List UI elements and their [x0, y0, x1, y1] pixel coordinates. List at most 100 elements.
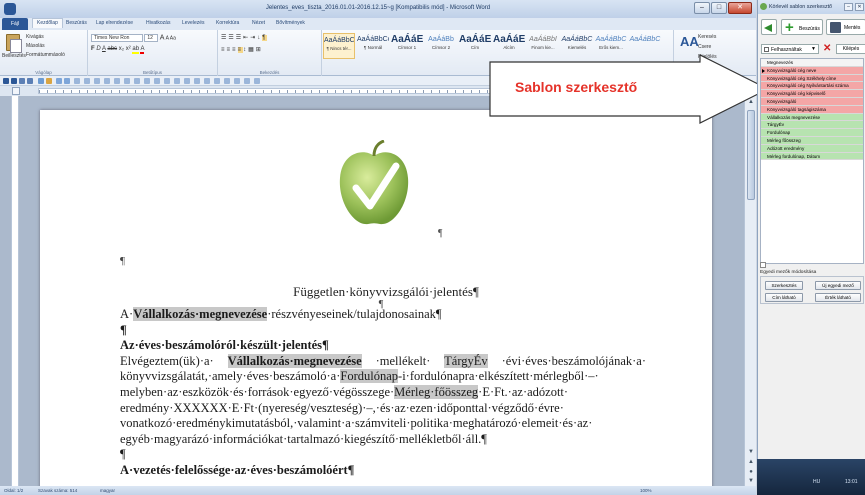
tool-icon[interactable] [84, 78, 90, 84]
field-list-item[interactable]: Könyvvizsgáló cég neve [761, 66, 863, 75]
subscript-icon[interactable]: x₂ [119, 46, 124, 52]
tool-icon[interactable] [104, 78, 110, 84]
document-body[interactable]: A·Vállalkozás·megnevezése·részvényeseine… [120, 307, 646, 479]
style-title[interactable]: AaÁáE Cím [459, 33, 491, 59]
page-count[interactable]: Oldal: 1/2 [4, 488, 23, 493]
tool-icon[interactable] [244, 78, 250, 84]
field-list-item[interactable]: Könyvvizsgáló cég képviselő [761, 90, 863, 98]
document-line[interactable]: eredmény·XXXXXX·E·Ft·(nyereség/veszteség… [120, 401, 646, 417]
replace-button[interactable]: Csere [698, 44, 711, 50]
field-list-item[interactable]: Adózott eredmény [761, 144, 863, 153]
list-scroll-toggle[interactable] [760, 262, 766, 268]
merge-field[interactable]: Mérleg·főösszeg [394, 384, 479, 399]
back-button[interactable] [761, 19, 777, 35]
field-list-item[interactable]: Könyvvizsgáló tagságiszáma [761, 105, 863, 114]
cut-button[interactable]: Kivágás [26, 34, 44, 40]
tool-icon[interactable] [124, 78, 130, 84]
tool-icon[interactable] [134, 78, 140, 84]
style-heading-2[interactable]: AaÁáBb Címsor 2 [425, 33, 457, 59]
tab-mailings[interactable]: Levelezés [182, 20, 205, 26]
redo-icon[interactable] [27, 78, 33, 84]
delete-icon[interactable]: ✕ [823, 44, 833, 54]
field-list-item[interactable]: Könyvvizsgáló cég Nyilvántartási száma [761, 82, 863, 91]
spelling-icon[interactable] [64, 78, 70, 84]
strikethrough-icon[interactable]: abc [107, 46, 117, 52]
align-right-icon[interactable]: ≡ [232, 47, 238, 53]
field-list-item[interactable]: Könyvvizsgáló cég Székhely címe [761, 74, 863, 83]
word-count[interactable]: Szavak száma: 514 [38, 488, 77, 493]
bold-icon[interactable]: F [91, 46, 95, 52]
tool-icon[interactable] [74, 78, 80, 84]
panel-close-button[interactable]: ✕ [855, 3, 864, 11]
tab-addins[interactable]: Bővítmények [276, 20, 305, 26]
scroll-down-icon[interactable]: ▼ [747, 448, 755, 456]
tool-icon[interactable] [254, 78, 260, 84]
style-normal[interactable]: AaÁáBbCc ¶ Normál [357, 33, 389, 59]
tab-page-layout[interactable]: Lap elrendezése [96, 20, 133, 26]
italic-icon[interactable]: D [96, 46, 100, 52]
merge-field[interactable]: TárgyÉv [444, 353, 488, 368]
font-color-icon[interactable]: A [140, 46, 145, 54]
shrink-font-icon[interactable]: A [166, 35, 169, 41]
minimize-button[interactable]: – [694, 2, 710, 14]
field-list-item[interactable]: Fordulónap [761, 129, 863, 137]
field-list-item[interactable]: Mérleg főösszeg [761, 136, 863, 145]
superscript-icon[interactable]: x² [126, 46, 131, 52]
tool-icon[interactable] [204, 78, 210, 84]
field-list-item[interactable]: Könyvvizsgáló [761, 97, 863, 106]
borders-icon[interactable]: ⊞ [256, 47, 263, 53]
shading-icon[interactable]: ▦ [248, 47, 256, 53]
show-marks-icon[interactable]: ¶ [262, 35, 268, 41]
edit-button[interactable]: Szerkesztés [765, 281, 803, 290]
tab-insert[interactable]: Beszúrás [66, 20, 87, 26]
save-as-icon[interactable] [11, 78, 17, 84]
document-line[interactable]: melyben·az·eszközök·és·források·egyező·v… [120, 384, 646, 401]
language-indicator[interactable]: magyar [100, 488, 115, 493]
undo-icon[interactable] [19, 78, 25, 84]
grow-font-icon[interactable]: A [160, 34, 165, 41]
exit-button[interactable]: Kilépés [836, 44, 865, 54]
value-visible-button[interactable]: Érték látható [815, 293, 861, 302]
field-list-item[interactable]: Mérleg fordulónap, Dátum [761, 152, 863, 161]
document-line[interactable]: könyvvizsgálatát,·amely·éves·beszámoló·a… [120, 369, 646, 385]
tool-icon[interactable] [114, 78, 120, 84]
paste-icon[interactable] [6, 34, 22, 53]
highlight-icon[interactable]: ab [132, 46, 140, 54]
document-line[interactable]: ¶ [120, 323, 646, 339]
document-title[interactable]: Független·könyvvizsgálói·jelentés¶ [40, 284, 712, 300]
document-area[interactable]: ¶ ¶ Független·könyvvizsgálói·jelentés¶ ¶… [0, 96, 744, 486]
zoom-level[interactable]: 100% [640, 488, 652, 493]
find-button[interactable]: Keresés [698, 34, 716, 40]
next-page-icon[interactable]: ▼ [747, 477, 755, 485]
document-line[interactable]: ¶ [120, 447, 646, 463]
tool-icon[interactable] [194, 78, 200, 84]
field-list-item[interactable]: Vállalkozás megnevezése [761, 113, 863, 122]
save-button[interactable]: Mentés [826, 19, 865, 35]
field-list-item[interactable]: TárgyÉv [761, 121, 863, 130]
numbering-icon[interactable]: ☰ [228, 35, 235, 41]
clock[interactable]: 13:01 [845, 479, 858, 485]
input-language[interactable]: HU [813, 479, 820, 485]
document-line[interactable]: vonatkozó·eredménykimutatásból,·valamint… [120, 416, 646, 432]
merge-field-list[interactable]: Megnevezés Könyvvizsgáló cég neve Könyvviz… [760, 58, 864, 264]
underline-icon[interactable]: A [102, 46, 106, 52]
merge-field[interactable]: Vállalkozás·megnevezése [227, 353, 362, 368]
font-name-select[interactable]: Times New Ron [91, 34, 143, 42]
browse-object-icon[interactable]: ● [747, 468, 755, 476]
document-line[interactable]: Az·éves·beszámolóról·készült·jelentés¶ [120, 338, 646, 354]
tool-icon[interactable] [174, 78, 180, 84]
style-no-spacing[interactable]: AaÁáBbC ¶ Nincs tér... [323, 33, 355, 59]
tool-icon[interactable] [234, 78, 240, 84]
open-icon[interactable] [46, 78, 52, 84]
tool-icon[interactable] [214, 78, 220, 84]
prev-page-icon[interactable]: ▲ [747, 458, 755, 466]
tool-icon[interactable] [154, 78, 160, 84]
document-line[interactable]: egyéb·magyarázó·információkat·tartalmazó… [120, 432, 646, 448]
style-heading-1[interactable]: AaÁáE Címsor 1 [391, 33, 423, 59]
document-line[interactable]: Elvégeztem(ük)·a· Vállalkozás·megnevezés… [120, 353, 646, 370]
save-icon[interactable] [3, 78, 9, 84]
insert-button[interactable]: + Beszúrás [781, 19, 823, 35]
field-list-item[interactable]: Megnevezés [761, 59, 863, 67]
filter-dropdown[interactable]: Felhasználtak ▼ [761, 44, 819, 54]
tool-icon[interactable] [144, 78, 150, 84]
